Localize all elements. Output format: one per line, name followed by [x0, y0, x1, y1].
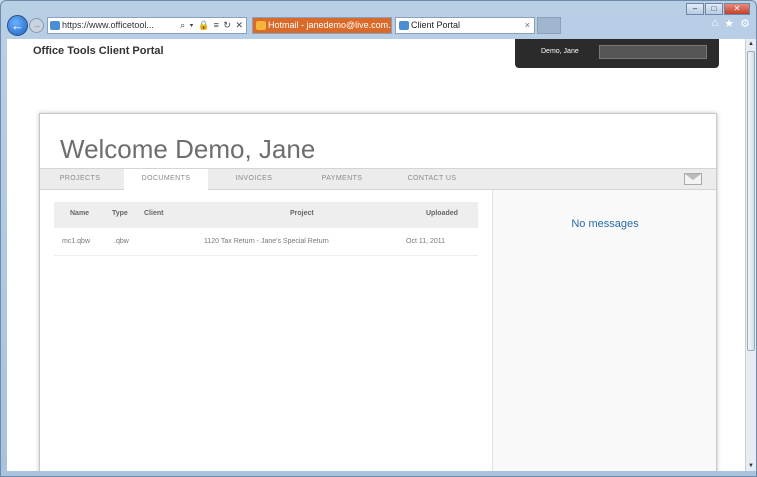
- user-search-field[interactable]: [599, 45, 707, 59]
- documents-panel: Name Type Client Project Uploaded mc1.qb…: [40, 190, 492, 471]
- hotmail-favicon-icon: [256, 21, 266, 30]
- home-icon[interactable]: ⌂: [712, 17, 719, 30]
- tab-close-icon[interactable]: ×: [525, 18, 530, 33]
- address-text: https://www.officetool...: [62, 20, 154, 30]
- close-window-button[interactable]: ✕: [724, 3, 750, 15]
- tab-invoices[interactable]: INVOICES: [212, 169, 296, 189]
- scroll-up-icon[interactable]: ▲: [748, 41, 754, 47]
- tab-projects[interactable]: PROJECTS: [40, 169, 120, 189]
- tab-hotmail[interactable]: Hotmail - janedemo@live.com...: [252, 17, 392, 34]
- messages-panel: No messages: [492, 190, 716, 471]
- scroll-thumb[interactable]: [747, 51, 755, 351]
- page-viewport: Office Tools Client Portal Demo, Jane We…: [7, 39, 748, 471]
- user-name[interactable]: Demo, Jane: [541, 48, 579, 55]
- vertical-scrollbar[interactable]: ▲ ▼: [745, 39, 756, 471]
- address-controls[interactable]: ⌕ ▾ 🔒 ≡ ↻ ✕: [180, 18, 244, 33]
- window-controls: – □ ✕: [686, 3, 750, 15]
- portal-title: Office Tools Client Portal: [33, 45, 164, 57]
- cell-project: 1120 Tax Return - Jane's Special Return: [204, 238, 329, 245]
- mail-icon[interactable]: [684, 173, 702, 185]
- back-button[interactable]: ←: [7, 15, 28, 36]
- tab-documents[interactable]: DOCUMENTS: [124, 169, 208, 191]
- new-tab-button[interactable]: [537, 17, 561, 34]
- forward-button[interactable]: →: [29, 18, 44, 33]
- portal-nav: PROJECTS DOCUMENTS INVOICES PAYMENTS CON…: [40, 168, 716, 191]
- star-icon[interactable]: ★: [724, 17, 734, 30]
- address-bar[interactable]: https://www.officetool... ⌕ ▾ 🔒 ≡ ↻ ✕: [47, 17, 247, 34]
- browser-window: – □ ✕ ← → https://www.officetool... ⌕ ▾ …: [0, 0, 757, 477]
- no-messages-text: No messages: [571, 218, 639, 230]
- cell-uploaded: Oct 11, 2011: [406, 238, 446, 245]
- table-row[interactable]: mc1.qbw .qbw 1120 Tax Return - Jane's Sp…: [54, 230, 478, 256]
- col-client[interactable]: Client: [144, 210, 163, 217]
- col-uploaded[interactable]: Uploaded: [426, 210, 458, 217]
- minimize-button[interactable]: –: [686, 3, 704, 15]
- user-bar: Demo, Jane: [515, 39, 719, 68]
- browser-right-icons: ⌂ ★ ⚙: [712, 17, 750, 30]
- col-project[interactable]: Project: [290, 210, 314, 217]
- cell-type: .qbw: [114, 238, 129, 245]
- main-panel: Welcome Demo, Jane PROJECTS DOCUMENTS IN…: [39, 113, 717, 471]
- table-header: Name Type Client Project Uploaded: [54, 202, 478, 228]
- browser-toolbar: ← → https://www.officetool... ⌕ ▾ 🔒 ≡ ↻ …: [5, 15, 754, 37]
- cell-name[interactable]: mc1.qbw: [62, 238, 90, 245]
- page-icon: [50, 21, 60, 30]
- tab-client-portal[interactable]: Client Portal ×: [395, 17, 535, 34]
- welcome-heading: Welcome Demo, Jane: [60, 134, 316, 164]
- col-type[interactable]: Type: [112, 210, 128, 217]
- col-name[interactable]: Name: [70, 210, 89, 217]
- tab-payments[interactable]: PAYMENTS: [300, 169, 384, 189]
- gear-icon[interactable]: ⚙: [740, 17, 750, 30]
- maximize-button[interactable]: □: [705, 3, 723, 15]
- scroll-down-icon[interactable]: ▼: [748, 463, 754, 469]
- content-area: Name Type Client Project Uploaded mc1.qb…: [40, 190, 716, 471]
- tab-contact-us[interactable]: CONTACT US: [390, 169, 474, 189]
- tab-label: Client Portal: [411, 20, 461, 30]
- ie-favicon-icon: [399, 21, 409, 30]
- tab-label: Hotmail - janedemo@live.com...: [268, 20, 392, 30]
